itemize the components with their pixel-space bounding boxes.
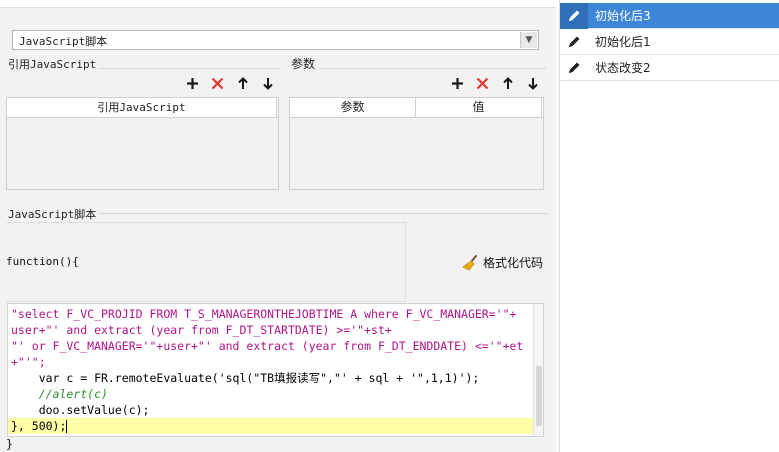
chevron-down-icon[interactable]: ▼	[520, 32, 537, 48]
pencil-icon[interactable]	[560, 2, 588, 29]
ref-js-section-label: 引用JavaScript	[8, 56, 100, 72]
column-header-param[interactable]: 参数	[290, 98, 416, 117]
column-header-ref-js[interactable]: 引用JavaScript	[7, 98, 277, 117]
code-line-7: doo.setValue(c);	[11, 403, 150, 417]
code-line-1: "select F_VC_PROJID FROM T_S_MANAGERONTH…	[11, 307, 517, 321]
add-param-button[interactable]	[445, 73, 470, 93]
move-up-param-button[interactable]	[495, 73, 520, 93]
delete-param-button[interactable]	[470, 73, 495, 93]
arrow-up-icon	[237, 76, 248, 89]
params-table[interactable]: 参数 值	[289, 97, 544, 190]
event-item-after-init-1[interactable]: 初始化后1	[560, 29, 779, 55]
params-table-header: 参数 值	[290, 98, 543, 118]
ref-js-divider	[98, 68, 280, 69]
top-strip	[0, 0, 556, 8]
plus-icon	[187, 77, 198, 89]
pencil-icon[interactable]	[560, 55, 588, 81]
move-down-ref-button[interactable]	[255, 73, 280, 93]
column-header-value[interactable]: 值	[416, 98, 542, 117]
event-item-state-change-2[interactable]: 状态改变2	[560, 55, 779, 81]
code-editor[interactable]: "select F_VC_PROJID FROM T_S_MANAGERONTH…	[7, 303, 544, 437]
function-closing-brace: }	[6, 437, 13, 451]
broom-icon	[462, 254, 477, 270]
event-item-after-init-3[interactable]: 初始化后3	[560, 2, 779, 29]
arrow-up-icon	[502, 76, 513, 89]
code-line-5: var c = FR.remoteEvaluate('sql("TB填报读写",…	[11, 371, 480, 385]
move-up-ref-button[interactable]	[230, 73, 255, 93]
event-label: 状态改变2	[595, 61, 651, 75]
ref-js-toolbar	[180, 73, 280, 93]
js-script-divider	[96, 213, 548, 214]
code-line-2: user+"' and extract (year from F_DT_STAR…	[11, 323, 392, 337]
plus-icon	[452, 77, 463, 89]
move-down-param-button[interactable]	[520, 73, 545, 93]
delete-ref-button[interactable]	[205, 73, 230, 93]
format-code-button[interactable]: 格式化代码	[462, 254, 543, 271]
js-script-section-label: JavaScript脚本	[8, 206, 100, 222]
script-type-select[interactable]: JavaScript脚本 ▼	[12, 30, 539, 50]
ref-js-table[interactable]: 引用JavaScript	[6, 97, 279, 190]
arrow-down-icon	[527, 77, 538, 90]
event-list-panel: 初始化后3 初始化后1 状态改变2	[559, 0, 779, 452]
add-ref-button[interactable]	[180, 73, 205, 93]
format-code-label: 格式化代码	[483, 256, 544, 270]
delete-x-icon	[476, 77, 489, 89]
arrow-down-icon	[262, 77, 273, 90]
code-line-current: }, 500);	[8, 418, 534, 434]
script-editor-panel: JavaScript脚本 ▼ 引用JavaScript 引用JavaScript…	[0, 0, 556, 452]
pencil-icon[interactable]	[560, 29, 588, 55]
code-line-4: +"'";	[11, 355, 46, 369]
delete-x-icon	[211, 77, 224, 89]
event-label: 初始化后1	[595, 35, 651, 49]
ref-js-table-header: 引用JavaScript	[7, 98, 278, 118]
script-type-value: JavaScript脚本	[19, 35, 108, 48]
function-header-text: function(){	[6, 255, 79, 268]
event-label: 初始化后3	[595, 9, 651, 23]
code-line-6: //alert(c)	[11, 387, 108, 401]
params-divider	[320, 68, 546, 69]
params-section-label: 参数	[291, 55, 319, 72]
code-editor-scrollbar[interactable]	[533, 304, 543, 436]
text-cursor	[66, 420, 68, 433]
scrollbar-thumb[interactable]	[536, 366, 542, 426]
params-toolbar	[445, 73, 545, 93]
code-line-3: "' or F_VC_MANAGER='"+user+"' and extrac…	[11, 339, 524, 353]
